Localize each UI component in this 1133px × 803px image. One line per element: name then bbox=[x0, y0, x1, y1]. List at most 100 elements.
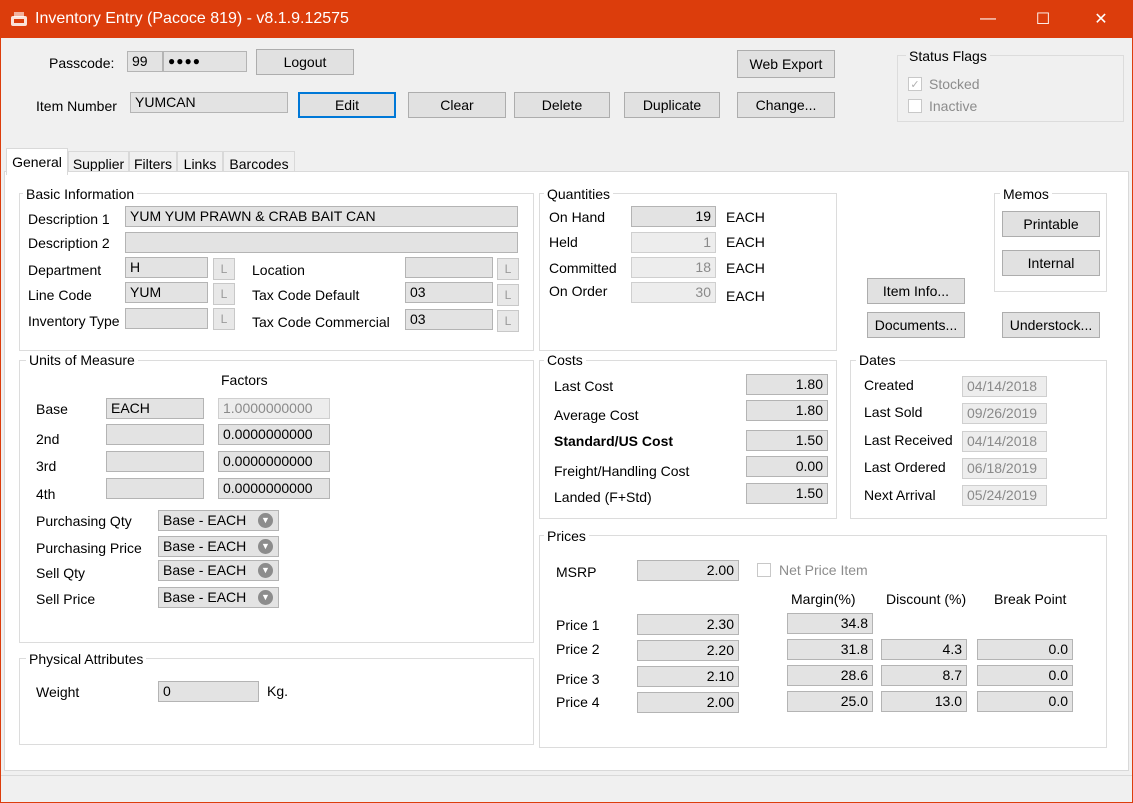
last-cost-field[interactable]: 1.80 bbox=[746, 374, 828, 395]
on-order-label: On Order bbox=[549, 283, 608, 299]
net-price-checkbox[interactable] bbox=[757, 563, 771, 577]
price3-field[interactable]: 2.10 bbox=[637, 666, 739, 687]
clear-button[interactable]: Clear bbox=[408, 92, 506, 118]
base-unit-field[interactable]: EACH bbox=[106, 398, 204, 419]
landed-cost-field[interactable]: 1.50 bbox=[746, 483, 828, 504]
item-number-label: Item Number bbox=[36, 98, 117, 114]
average-cost-label: Average Cost bbox=[554, 407, 639, 423]
status-flags-title: Status Flags bbox=[906, 48, 990, 64]
logout-button[interactable]: Logout bbox=[256, 49, 354, 75]
third-unit-field[interactable] bbox=[106, 451, 204, 472]
location-label: Location bbox=[252, 262, 305, 278]
price2-discount-field[interactable]: 4.3 bbox=[881, 639, 967, 660]
on-hand-unit: EACH bbox=[726, 209, 765, 225]
price2-field[interactable]: 2.20 bbox=[637, 640, 739, 661]
maximize-button[interactable]: ☐ bbox=[1020, 0, 1066, 38]
average-cost-field[interactable]: 1.80 bbox=[746, 400, 828, 421]
weight-field[interactable]: 0 bbox=[158, 681, 259, 702]
second-factor-field[interactable]: 0.0000000000 bbox=[218, 424, 330, 445]
printable-memo-button[interactable]: Printable bbox=[1002, 211, 1100, 237]
department-field[interactable]: H bbox=[125, 257, 208, 278]
price1-margin-field[interactable]: 34.8 bbox=[787, 613, 873, 634]
factors-header: Factors bbox=[221, 372, 268, 388]
delete-button[interactable]: Delete bbox=[514, 92, 610, 118]
inactive-checkbox[interactable] bbox=[908, 99, 922, 113]
tax-code-default-lookup-button[interactable]: L bbox=[497, 284, 519, 306]
quantities-title: Quantities bbox=[544, 186, 614, 202]
line-code-lookup-button[interactable]: L bbox=[213, 283, 235, 305]
window-title: Inventory Entry (Pacoce 819) - v8.1.9.12… bbox=[35, 10, 349, 27]
purchasing-qty-select[interactable]: Base - EACH ▼ bbox=[158, 510, 279, 531]
description1-field[interactable]: YUM YUM PRAWN & CRAB BAIT CAN bbox=[125, 206, 518, 227]
on-hand-field[interactable]: 19 bbox=[631, 206, 716, 227]
prices-title: Prices bbox=[544, 528, 589, 544]
line-code-field[interactable]: YUM bbox=[125, 282, 208, 303]
edit-button[interactable]: Edit bbox=[298, 92, 396, 118]
location-field[interactable] bbox=[405, 257, 493, 278]
fourth-unit-field[interactable] bbox=[106, 478, 204, 499]
freight-cost-label: Freight/Handling Cost bbox=[554, 463, 690, 479]
committed-unit: EACH bbox=[726, 260, 765, 276]
price1-field[interactable]: 2.30 bbox=[637, 614, 739, 635]
purchasing-price-select[interactable]: Base - EACH ▼ bbox=[158, 536, 279, 557]
item-number-field[interactable]: YUMCAN bbox=[130, 92, 288, 113]
tax-code-default-field[interactable]: 03 bbox=[405, 282, 493, 303]
chevron-down-icon: ▼ bbox=[258, 590, 273, 605]
price3-margin-field[interactable]: 28.6 bbox=[787, 665, 873, 686]
price3-break-point-field[interactable]: 0.0 bbox=[977, 665, 1073, 686]
inventory-type-field[interactable] bbox=[125, 308, 208, 329]
documents-button[interactable]: Documents... bbox=[867, 312, 965, 338]
sell-qty-value: Base - EACH bbox=[163, 562, 247, 578]
internal-memo-button[interactable]: Internal bbox=[1002, 250, 1100, 276]
tax-code-commercial-lookup-button[interactable]: L bbox=[497, 310, 519, 332]
description2-field[interactable] bbox=[125, 232, 518, 253]
tax-code-commercial-label: Tax Code Commercial bbox=[252, 314, 390, 330]
last-received-label: Last Received bbox=[864, 432, 953, 448]
price4-break-point-field[interactable]: 0.0 bbox=[977, 691, 1073, 712]
understock-button[interactable]: Understock... bbox=[1002, 312, 1100, 338]
minimize-button[interactable]: — bbox=[965, 0, 1011, 38]
sell-price-label: Sell Price bbox=[36, 591, 96, 607]
tab-general[interactable]: General bbox=[6, 148, 68, 175]
net-price-label: Net Price Item bbox=[779, 562, 868, 578]
base-factor-field: 1.0000000000 bbox=[218, 398, 330, 419]
held-field: 1 bbox=[631, 232, 716, 253]
third-factor-field[interactable]: 0.0000000000 bbox=[218, 451, 330, 472]
department-lookup-button[interactable]: L bbox=[213, 258, 235, 280]
price3-discount-field[interactable]: 8.7 bbox=[881, 665, 967, 686]
stocked-checkbox[interactable]: ✓ bbox=[908, 77, 922, 91]
fourth-factor-field[interactable]: 0.0000000000 bbox=[218, 478, 330, 499]
sell-qty-select[interactable]: Base - EACH ▼ bbox=[158, 560, 279, 581]
inventory-type-lookup-button[interactable]: L bbox=[213, 308, 235, 330]
price4-field[interactable]: 2.00 bbox=[637, 692, 739, 713]
price4-label: Price 4 bbox=[556, 694, 600, 710]
price1-label: Price 1 bbox=[556, 617, 600, 633]
location-lookup-button[interactable]: L bbox=[497, 258, 519, 280]
tax-code-commercial-field[interactable]: 03 bbox=[405, 309, 493, 330]
purchasing-qty-label: Purchasing Qty bbox=[36, 513, 132, 529]
sell-qty-label: Sell Qty bbox=[36, 565, 86, 581]
freight-cost-field[interactable]: 0.00 bbox=[746, 456, 828, 477]
committed-label: Committed bbox=[549, 260, 617, 276]
tax-code-default-label: Tax Code Default bbox=[252, 287, 360, 303]
price3-label: Price 3 bbox=[556, 671, 600, 687]
sell-price-select[interactable]: Base - EACH ▼ bbox=[158, 587, 279, 608]
inactive-label: Inactive bbox=[929, 98, 978, 114]
passcode-user-field[interactable]: 99 bbox=[127, 51, 163, 72]
second-unit-field[interactable] bbox=[106, 424, 204, 445]
standard-cost-field[interactable]: 1.50 bbox=[746, 430, 828, 451]
purchasing-price-value: Base - EACH bbox=[163, 538, 247, 554]
price4-margin-field[interactable]: 25.0 bbox=[787, 691, 873, 712]
passcode-field[interactable]: ●●●● bbox=[163, 51, 247, 72]
web-export-button[interactable]: Web Export bbox=[737, 50, 835, 78]
item-info-button[interactable]: Item Info... bbox=[867, 278, 965, 304]
duplicate-button[interactable]: Duplicate bbox=[624, 92, 720, 118]
price4-discount-field[interactable]: 13.0 bbox=[881, 691, 967, 712]
minimize-icon: — bbox=[980, 10, 996, 27]
close-button[interactable]: ✕ bbox=[1078, 0, 1124, 38]
change-button[interactable]: Change... bbox=[737, 92, 835, 118]
weight-unit: Kg. bbox=[267, 683, 289, 699]
msrp-field[interactable]: 2.00 bbox=[637, 560, 739, 581]
price2-margin-field[interactable]: 31.8 bbox=[787, 639, 873, 660]
price2-break-point-field[interactable]: 0.0 bbox=[977, 639, 1073, 660]
